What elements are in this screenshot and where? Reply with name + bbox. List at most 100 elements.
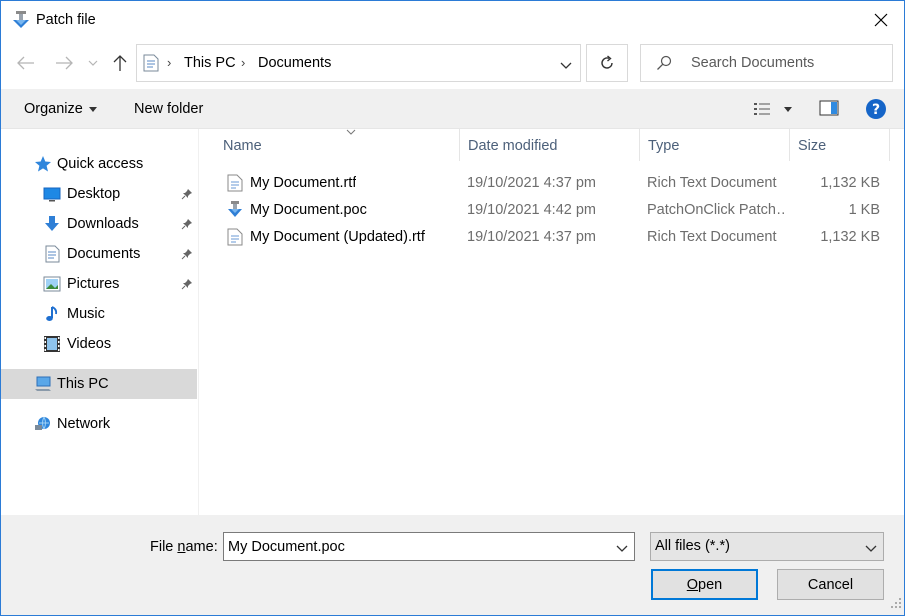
column-header-size[interactable]: Size	[790, 129, 890, 161]
refresh-button[interactable]	[586, 44, 628, 82]
chevron-down-icon	[865, 545, 877, 552]
close-button[interactable]	[858, 1, 904, 39]
sidebar-item-label: Desktop	[67, 186, 121, 202]
sidebar-item-label: Pictures	[67, 276, 120, 292]
navigation-pane: Quick access Desktop Downloads Documents…	[1, 129, 199, 515]
patch-app-icon	[11, 10, 31, 30]
file-type-filter[interactable]: All files (*.*)	[650, 532, 884, 561]
file-name: My Document.poc	[250, 202, 367, 218]
sidebar-item-label: Quick access	[57, 156, 144, 172]
file-date: 19/10/2021 4:37 pm	[467, 175, 596, 191]
chevron-down-icon	[560, 62, 572, 69]
sidebar-item-label: Videos	[67, 336, 112, 352]
up-button[interactable]	[109, 52, 131, 74]
computer-icon	[34, 375, 52, 393]
navigation-bar: › This PC › Documents	[1, 39, 904, 89]
search-icon	[656, 55, 672, 75]
search-box[interactable]	[640, 44, 893, 82]
cancel-button[interactable]: Cancel	[777, 569, 884, 600]
table-row[interactable]: My Document.rtf 19/10/2021 4:37 pm Rich …	[220, 170, 890, 197]
forward-button[interactable]	[53, 52, 75, 74]
window-title: Patch file	[36, 12, 96, 28]
file-size: 1,132 KB	[820, 175, 880, 191]
table-row[interactable]: My Document.poc 19/10/2021 4:42 pm Patch…	[220, 197, 890, 224]
pin-icon[interactable]	[181, 248, 193, 264]
breadcrumb-separator-icon[interactable]: ›	[241, 55, 245, 70]
pin-icon[interactable]	[181, 218, 193, 234]
column-header-date-modified[interactable]: Date modified	[460, 129, 640, 161]
file-date: 19/10/2021 4:37 pm	[467, 229, 596, 245]
pin-icon[interactable]	[181, 278, 193, 294]
help-icon: ?	[866, 99, 886, 119]
star-icon	[34, 155, 52, 173]
network-icon	[34, 415, 52, 433]
search-input[interactable]	[691, 53, 881, 73]
sidebar-item-videos[interactable]: Videos	[1, 329, 197, 359]
new-folder-button[interactable]: New folder	[134, 101, 203, 117]
svg-text:?: ?	[872, 102, 880, 118]
file-type: PatchOnClick Patch…	[647, 202, 787, 218]
file-type: Rich Text Document	[647, 175, 777, 191]
pictures-icon	[43, 275, 61, 293]
sidebar-item-documents[interactable]: Documents	[1, 239, 197, 269]
file-type-filter-value: All files (*.*)	[655, 538, 730, 554]
sidebar-item-quick-access[interactable]: Quick access	[1, 149, 197, 179]
documents-icon	[43, 245, 61, 263]
details-view-icon	[754, 103, 770, 115]
filter-dropdown-button[interactable]	[865, 541, 877, 557]
sidebar-item-music[interactable]: Music	[1, 299, 197, 329]
rtf-file-icon	[227, 228, 243, 246]
close-icon	[874, 13, 888, 27]
sidebar-item-network[interactable]: Network	[1, 409, 197, 439]
file-name-label-part: ame:	[185, 539, 218, 555]
view-options-dropdown-icon[interactable]	[784, 107, 792, 112]
download-icon	[43, 215, 61, 233]
column-header-name[interactable]: Name	[215, 129, 460, 161]
arrow-right-icon	[56, 56, 73, 70]
organize-button[interactable]: Organize	[24, 101, 97, 117]
file-size: 1 KB	[848, 202, 880, 218]
sidebar-item-pictures[interactable]: Pictures	[1, 269, 197, 299]
preview-pane-button[interactable]	[819, 100, 839, 120]
column-header-label: Date modified	[468, 138, 558, 154]
open-button[interactable]: Open	[651, 569, 758, 600]
sidebar-item-label: Downloads	[67, 216, 139, 232]
pin-icon[interactable]	[181, 188, 193, 204]
recent-locations-button[interactable]	[85, 52, 101, 74]
patch-file-icon	[227, 201, 243, 219]
sidebar-item-desktop[interactable]: Desktop	[1, 179, 197, 209]
chevron-down-icon	[88, 60, 98, 66]
view-options-button[interactable]	[753, 101, 771, 121]
organize-label: Organize	[24, 101, 83, 117]
breadcrumb-this-pc[interactable]: This PC	[184, 55, 236, 71]
file-name-combobox[interactable]	[223, 532, 635, 561]
column-header-label: Name	[223, 138, 262, 154]
resize-grip-icon[interactable]	[890, 597, 902, 613]
back-button[interactable]	[15, 52, 37, 74]
command-bar: Organize New folder ?	[1, 89, 904, 129]
breadcrumb-documents[interactable]: Documents	[258, 55, 331, 71]
desktop-icon	[43, 185, 61, 203]
file-size: 1,132 KB	[820, 229, 880, 245]
open-button-label: pen	[698, 576, 723, 593]
help-button[interactable]: ?	[865, 98, 887, 124]
refresh-icon	[601, 55, 613, 69]
address-dropdown-button[interactable]	[560, 58, 572, 74]
file-name: My Document (Updated).rtf	[250, 229, 425, 245]
file-name-dropdown-button[interactable]	[616, 541, 628, 557]
sidebar-item-label: Network	[57, 416, 111, 432]
file-name-label-part: File	[150, 539, 178, 555]
file-name-label: File name:	[150, 539, 218, 555]
file-list: Name Date modified Type Size My Document…	[200, 129, 904, 515]
file-type: Rich Text Document	[647, 229, 777, 245]
sidebar-item-downloads[interactable]: Downloads	[1, 209, 197, 239]
table-row[interactable]: My Document (Updated).rtf 19/10/2021 4:3…	[220, 224, 890, 251]
column-header-label: Size	[798, 138, 827, 154]
sort-caret-icon	[346, 129, 356, 135]
column-header-type[interactable]: Type	[640, 129, 790, 161]
address-bar[interactable]: › This PC › Documents	[136, 44, 581, 82]
file-name-input[interactable]	[228, 537, 608, 557]
sidebar-item-this-pc[interactable]: This PC	[1, 369, 197, 399]
videos-icon	[43, 335, 61, 353]
breadcrumb-separator-icon[interactable]: ›	[167, 55, 171, 70]
